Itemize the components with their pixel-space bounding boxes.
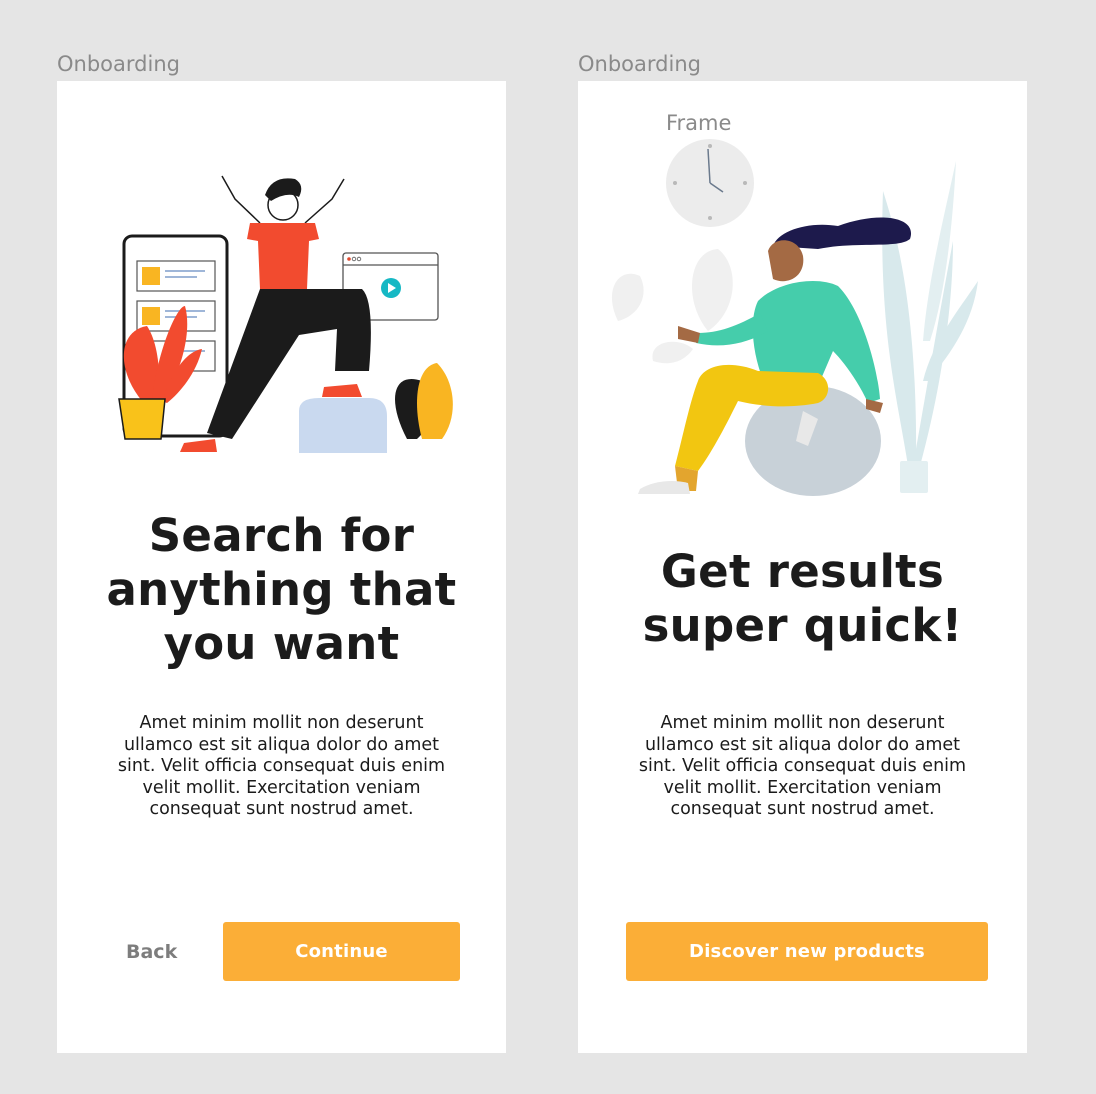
continue-button[interactable]: Continue xyxy=(223,922,460,981)
quick-results-illustration xyxy=(611,139,978,496)
headline-line: you want xyxy=(163,617,400,670)
onboarding-screen-2: Frame Get results super quick! Amet mini… xyxy=(578,81,1027,1053)
back-button[interactable]: Back xyxy=(126,941,177,963)
search-illustration xyxy=(118,175,453,453)
frame-label: Onboarding xyxy=(57,52,180,76)
headline-line: Search for xyxy=(148,509,415,562)
headline: Search for anything that you want xyxy=(57,509,506,671)
body-line: sint. Velit officia consequat duis enim xyxy=(117,756,446,776)
discover-products-button[interactable]: Discover new products xyxy=(626,922,988,981)
headline: Get results super quick! xyxy=(578,545,1027,653)
body-line: ullamco est sit aliqua dolor do amet xyxy=(123,734,440,755)
body-line: sint. Velit officia consequat duis enim xyxy=(638,756,967,776)
body-line: Amet minim mollit non deserunt xyxy=(660,713,945,733)
headline-line: super quick! xyxy=(642,599,963,652)
body-line: velit mollit. Exercitation veniam xyxy=(663,777,942,798)
body-line: consequat sunt nostrud amet. xyxy=(149,799,414,819)
body-line: consequat sunt nostrud amet. xyxy=(670,799,935,819)
frame-label: Onboarding xyxy=(578,52,701,76)
body-line: velit mollit. Exercitation veniam xyxy=(142,777,421,798)
headline-line: anything that xyxy=(106,563,457,616)
body-text: Amet minim mollit non deserunt ullamco e… xyxy=(628,713,977,821)
body-line: Amet minim mollit non deserunt xyxy=(139,713,424,733)
body-line: ullamco est sit aliqua dolor do amet xyxy=(644,734,961,755)
body-text: Amet minim mollit non deserunt ullamco e… xyxy=(107,713,456,821)
onboarding-screen-1: Search for anything that you want Amet m… xyxy=(57,81,506,1053)
headline-line: Get results xyxy=(660,545,945,598)
